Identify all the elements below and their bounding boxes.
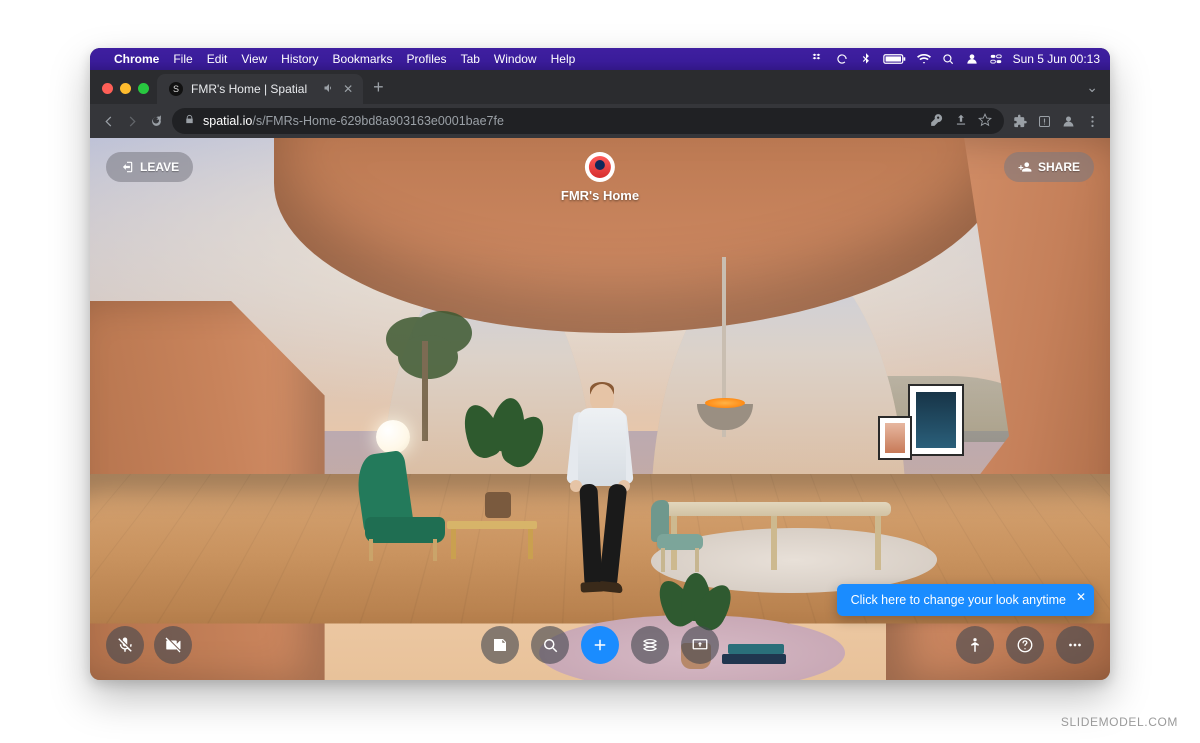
wifi-icon[interactable] (917, 52, 931, 66)
nav-back-button[interactable] (100, 113, 116, 129)
fullscreen-window-button[interactable] (138, 83, 149, 94)
menu-view[interactable]: View (241, 52, 267, 66)
nav-forward-button[interactable] (124, 113, 140, 129)
user-icon[interactable] (965, 52, 979, 66)
mic-toggle-button[interactable] (106, 626, 144, 664)
menu-file[interactable]: File (173, 52, 192, 66)
note-button[interactable] (481, 626, 519, 664)
space-owner-avatar-icon (585, 152, 615, 182)
help-button[interactable] (1006, 626, 1044, 664)
app-name[interactable]: Chrome (114, 52, 159, 66)
scene-plant (457, 398, 537, 518)
leave-label: LEAVE (140, 160, 179, 174)
tooltip-close-icon[interactable]: ✕ (1076, 590, 1086, 604)
share-button[interactable]: SHARE (1004, 152, 1094, 182)
share-url-icon[interactable] (954, 113, 968, 130)
close-window-button[interactable] (102, 83, 113, 94)
menu-window[interactable]: Window (494, 52, 537, 66)
scene-coffee-table (447, 521, 537, 561)
screenshare-icon (691, 636, 709, 654)
tab-overflow-icon[interactable]: ⌄ (1086, 79, 1098, 96)
key-icon[interactable] (930, 113, 944, 130)
updates-icon[interactable] (1036, 113, 1052, 129)
scene-lamp (376, 420, 410, 454)
bottom-left-controls (106, 626, 192, 664)
menu-profiles[interactable]: Profiles (407, 52, 447, 66)
scene-books (722, 642, 792, 664)
more-button[interactable] (1056, 626, 1094, 664)
note-icon (491, 636, 509, 654)
help-icon (1016, 636, 1034, 654)
add-content-button[interactable] (581, 626, 619, 664)
new-tab-button[interactable]: + (373, 77, 384, 98)
plus-icon (591, 636, 609, 654)
tab-favicon-icon: S (169, 82, 183, 96)
macos-menubar: Chrome File Edit View History Bookmarks … (90, 48, 1110, 70)
minimize-window-button[interactable] (120, 83, 131, 94)
window-controls (102, 83, 149, 94)
sync-icon[interactable] (835, 52, 849, 66)
camera-off-icon (164, 636, 182, 654)
spatial-viewport[interactable]: LEAVE SHARE FMR's Home (90, 138, 1110, 680)
space-header[interactable]: FMR's Home (561, 152, 639, 203)
tab-strip: S FMR's Home | Spatial ✕ + ⌄ (90, 70, 1110, 104)
menu-help[interactable]: Help (551, 52, 576, 66)
tab-close-icon[interactable]: ✕ (343, 82, 353, 96)
more-horizontal-icon (1066, 636, 1084, 654)
control-center-icon[interactable] (989, 52, 1003, 66)
menubar-clock[interactable]: Sun 5 Jun 00:13 (1013, 52, 1100, 66)
spotlight-icon[interactable] (941, 52, 955, 66)
tab-mute-icon[interactable] (323, 82, 335, 97)
nav-reload-button[interactable] (148, 113, 164, 129)
mic-off-icon (116, 636, 134, 654)
tab-title: FMR's Home | Spatial (191, 82, 307, 96)
person-icon (966, 636, 984, 654)
address-bar: spatial.io/s/FMRs-Home-629bd8a903163e000… (90, 104, 1110, 138)
menu-bookmarks[interactable]: Bookmarks (333, 52, 393, 66)
menu-history[interactable]: History (281, 52, 318, 66)
bluetooth-icon[interactable] (859, 52, 873, 66)
person-add-icon (1018, 160, 1032, 174)
search-icon (541, 636, 559, 654)
profile-icon[interactable] (1060, 113, 1076, 129)
camera-toggle-button[interactable] (154, 626, 192, 664)
url-field[interactable]: spatial.io/s/FMRs-Home-629bd8a903163e000… (172, 108, 1004, 134)
extensions-icon[interactable] (1012, 113, 1028, 129)
scene-avatar (560, 384, 640, 604)
search-button[interactable] (531, 626, 569, 664)
space-name: FMR's Home (561, 188, 639, 203)
leave-button[interactable]: LEAVE (106, 152, 193, 182)
tooltip-text: Click here to change your look anytime (851, 593, 1066, 607)
lock-icon (184, 114, 195, 128)
browser-window: Chrome File Edit View History Bookmarks … (90, 48, 1110, 680)
chrome-menu-icon[interactable] (1084, 113, 1100, 129)
avatar-settings-button[interactable] (956, 626, 994, 664)
watermark-text: SLIDEMODEL.COM (1061, 715, 1178, 729)
bottom-center-controls (481, 626, 719, 664)
url-text: spatial.io/s/FMRs-Home-629bd8a903163e000… (203, 114, 504, 128)
bookmark-icon[interactable] (978, 113, 992, 130)
portal-icon (641, 636, 659, 654)
screenshare-button[interactable] (681, 626, 719, 664)
dropbox-icon[interactable] (811, 52, 825, 66)
share-label: SHARE (1038, 160, 1080, 174)
battery-icon[interactable] (883, 52, 907, 66)
portal-button[interactable] (631, 626, 669, 664)
browser-tab[interactable]: S FMR's Home | Spatial ✕ (157, 74, 363, 104)
scene-desk-chair (651, 502, 711, 572)
leave-icon (120, 160, 134, 174)
menu-tab[interactable]: Tab (461, 52, 480, 66)
bottom-right-controls (956, 626, 1094, 664)
change-look-tooltip[interactable]: Click here to change your look anytime ✕ (837, 584, 1094, 616)
menu-edit[interactable]: Edit (207, 52, 228, 66)
